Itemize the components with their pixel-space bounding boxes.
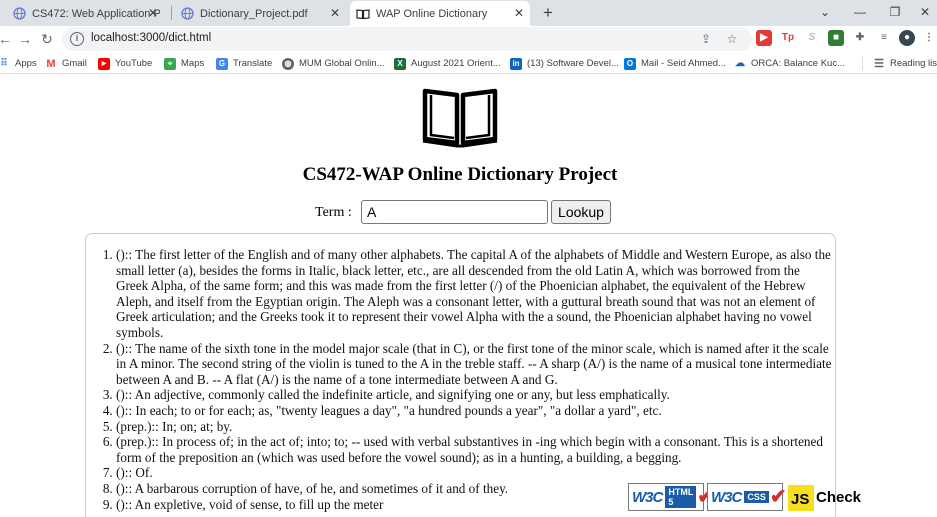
bookmark-mum[interactable]: ◍ MUM Global Onlin... bbox=[282, 56, 385, 71]
menu-icon[interactable]: ⋮ bbox=[921, 30, 937, 46]
tab-title: CS472: Web Application Program bbox=[32, 7, 160, 20]
definition-item: (prep.):: In process of; in the act of; … bbox=[116, 434, 835, 465]
open-book-icon bbox=[422, 88, 498, 148]
w3c-css-badge[interactable]: W3C CSS ✔ bbox=[707, 483, 787, 511]
linkedin-icon: in bbox=[510, 57, 522, 70]
definitions-list: ():: The first letter of the English and… bbox=[116, 247, 835, 512]
youtube-icon: ▶ bbox=[98, 57, 110, 70]
profile-avatar[interactable]: ● bbox=[899, 30, 915, 46]
lookup-button[interactable]: Lookup bbox=[551, 200, 611, 224]
page-globe-icon bbox=[180, 7, 194, 21]
browser-toolbar: ← → ↻ i localhost:3000/dict.html ⇪ ☆ bbox=[0, 26, 937, 53]
reading-list-icon: ☰ bbox=[874, 58, 884, 70]
bookmark-gmail[interactable]: M Gmail bbox=[45, 56, 86, 71]
tab-cs472[interactable]: CS472: Web Application Program ✕ bbox=[6, 1, 164, 26]
new-tab-button[interactable]: + bbox=[538, 3, 558, 23]
outlook-icon: O bbox=[624, 57, 636, 70]
translate-icon: G bbox=[216, 57, 228, 70]
checkmark-icon: ✔ bbox=[769, 486, 787, 508]
bookmark-software-dev[interactable]: in (13) Software Devel... bbox=[510, 56, 619, 71]
forward-arrow-icon[interactable]: → bbox=[16, 30, 34, 48]
s-ext-icon[interactable]: S bbox=[804, 30, 820, 46]
bookmark-mail[interactable]: O Mail - Seid Ahmed... bbox=[624, 56, 726, 71]
definition-item: ():: The first letter of the English and… bbox=[116, 247, 835, 341]
page-content: CS472-WAP Online Dictionary Project Term… bbox=[0, 75, 937, 517]
youtube-ext-icon[interactable]: ▶ bbox=[756, 30, 772, 46]
definition-item: ():: Of. bbox=[116, 465, 835, 481]
definition-item: ():: The name of the sixth tone in the m… bbox=[116, 341, 835, 388]
reload-icon[interactable]: ↻ bbox=[38, 30, 56, 48]
media-ext-icon[interactable]: ≡ bbox=[876, 30, 892, 46]
reading-list[interactable]: ☰ Reading list bbox=[873, 56, 937, 71]
tab-strip: CS472: Web Application Program ✕ Diction… bbox=[0, 0, 937, 26]
bookmark-maps[interactable]: ⌖ Maps bbox=[164, 56, 204, 71]
tp-ext-icon[interactable]: Tp bbox=[780, 30, 796, 46]
gmail-icon: M bbox=[46, 57, 56, 70]
book-favicon-icon bbox=[356, 7, 370, 21]
bookmark-translate[interactable]: G Translate bbox=[216, 56, 272, 71]
bookmark-august-orientation[interactable]: X August 2021 Orient... bbox=[394, 56, 501, 71]
definition-item: (prep.):: In; on; at; by. bbox=[116, 419, 835, 435]
page-title: CS472-WAP Online Dictionary Project bbox=[302, 164, 618, 185]
close-icon[interactable]: ✕ bbox=[328, 6, 342, 20]
url-text: localhost:3000/dict.html bbox=[91, 32, 212, 44]
restore-icon[interactable]: ❐ bbox=[880, 2, 910, 22]
close-icon[interactable]: ✕ bbox=[910, 2, 937, 22]
close-icon[interactable]: ✕ bbox=[146, 6, 160, 20]
puzzle-ext-icon[interactable]: ✚ bbox=[852, 30, 868, 46]
page-globe-icon bbox=[12, 7, 26, 21]
minimize-icon[interactable]: — bbox=[845, 2, 875, 22]
bookmark-apps[interactable]: ⠿ Apps bbox=[0, 56, 36, 71]
definition-item: ():: In each; to or for each; as, "twent… bbox=[116, 403, 835, 419]
info-icon[interactable]: i bbox=[70, 32, 84, 46]
maps-icon: ⌖ bbox=[164, 57, 176, 70]
back-arrow-icon[interactable]: ← bbox=[0, 30, 14, 48]
w3c-html5-badge[interactable]: W3C HTML 5 ✔ bbox=[628, 483, 714, 511]
bookmark-orca[interactable]: ☁ ORCA: Balance Kuc... bbox=[734, 56, 845, 71]
jscheck-badge[interactable]: JS Check bbox=[788, 483, 861, 512]
term-input[interactable] bbox=[361, 200, 548, 224]
orca-icon: ☁ bbox=[735, 58, 745, 69]
tab-title: Dictionary_Project.pdf bbox=[200, 7, 308, 20]
excel-icon: X bbox=[394, 57, 406, 70]
close-icon[interactable]: ✕ bbox=[512, 6, 526, 20]
tab-title: WAP Online Dictionary bbox=[376, 7, 488, 20]
results-panel: ():: The first letter of the English and… bbox=[85, 233, 836, 517]
term-label: Term : bbox=[315, 205, 352, 220]
bookmark-youtube[interactable]: ▶ YouTube bbox=[98, 56, 152, 71]
share-icon[interactable]: ⇪ bbox=[698, 31, 714, 47]
star-icon[interactable]: ☆ bbox=[724, 31, 740, 47]
tab-wap-dictionary[interactable]: WAP Online Dictionary ✕ bbox=[350, 1, 530, 26]
bookmarks-bar: ⠿ Apps M Gmail ▶ YouTube ⌖ Maps G Transl… bbox=[0, 53, 937, 74]
globe-icon: ◍ bbox=[282, 57, 294, 70]
js-logo-icon: JS bbox=[788, 484, 814, 511]
address-bar[interactable]: i localhost:3000/dict.html ⇪ ☆ bbox=[62, 27, 752, 51]
tab-dictionary-pdf[interactable]: Dictionary_Project.pdf ✕ bbox=[174, 1, 346, 26]
chevron-down-icon[interactable]: ⌄ bbox=[810, 2, 840, 22]
definition-item: ():: An adjective, commonly called the i… bbox=[116, 387, 835, 403]
apps-grid-icon: ⠿ bbox=[0, 58, 8, 69]
green-ext-icon[interactable]: ■ bbox=[828, 30, 844, 46]
